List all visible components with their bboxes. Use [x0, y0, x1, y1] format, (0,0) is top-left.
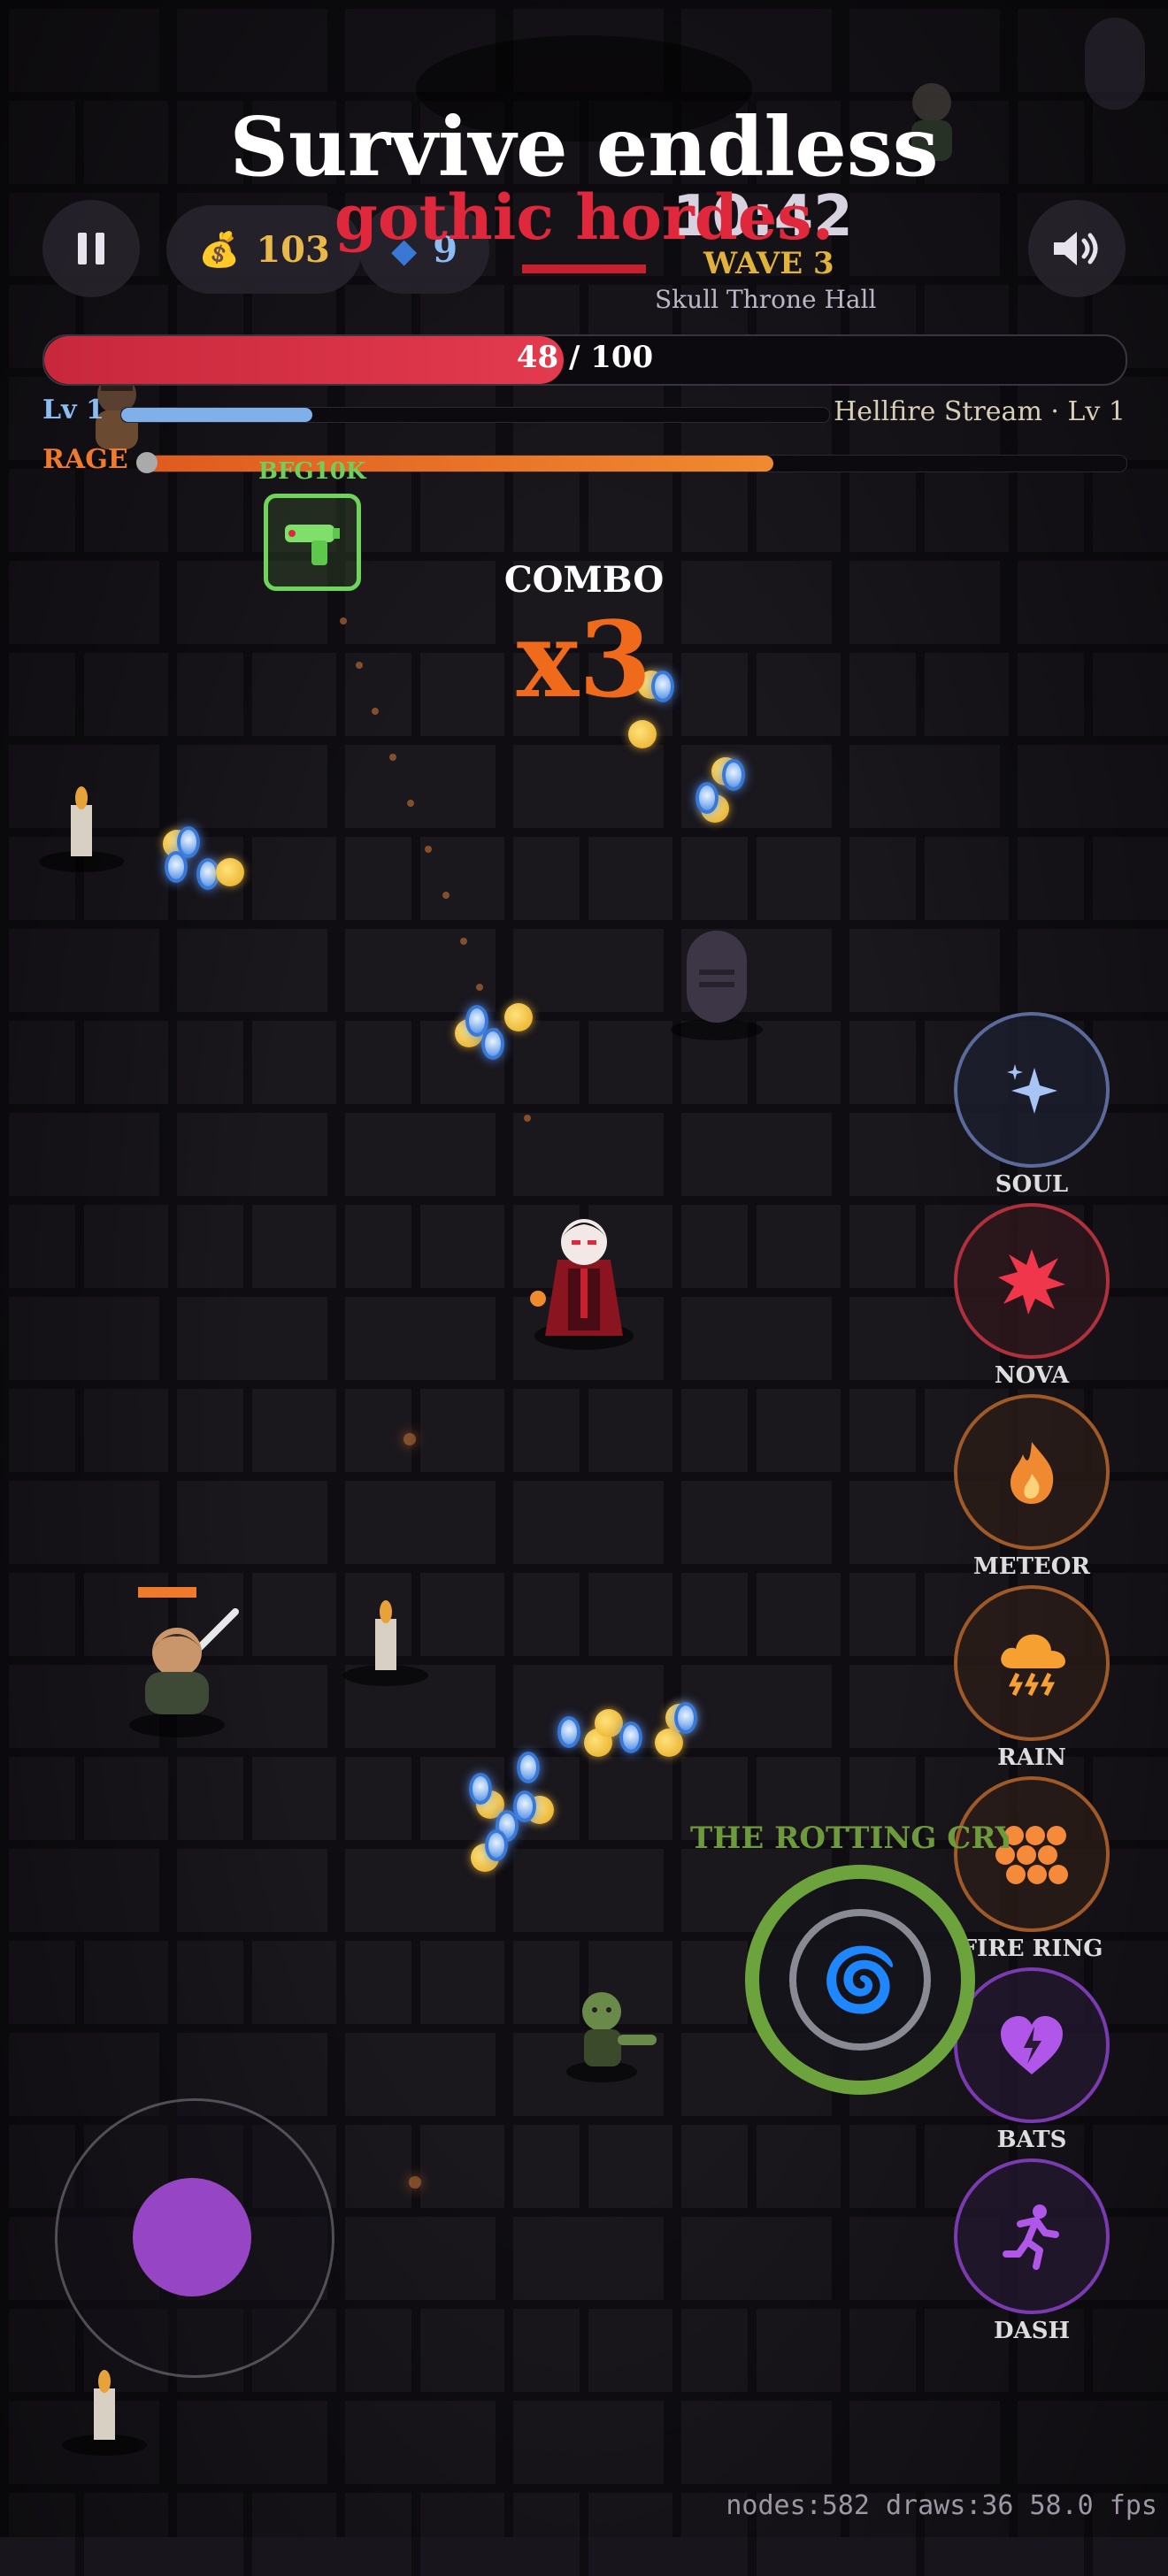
flame-icon	[1010, 1442, 1054, 1504]
sound-button[interactable]	[1028, 200, 1126, 297]
pickup-label: BFG10K	[258, 458, 366, 485]
skill-soul-label: SOUL	[995, 1171, 1069, 1198]
player-vampire	[530, 1219, 634, 1350]
storm-cloud-icon	[1001, 1634, 1065, 1697]
skill-dash-button[interactable]	[954, 2158, 1110, 2314]
candle	[39, 786, 124, 872]
skill-rain-label: RAIN	[997, 1744, 1066, 1771]
green-blaster-icon	[285, 525, 340, 565]
combo-label: COMBO	[503, 559, 665, 601]
level-label: Lv 1	[42, 395, 104, 426]
skill-meteor-label: METEOR	[972, 1553, 1091, 1580]
portal-ring: 🌀	[789, 1909, 931, 2051]
skill-bats-button[interactable]	[954, 1967, 1110, 2123]
candle	[62, 2370, 147, 2456]
health-bar: 48 / 100	[42, 334, 1127, 386]
health-text: 48 / 100	[516, 340, 654, 375]
speaker-icon	[1054, 232, 1098, 265]
xp-bar	[120, 407, 830, 423]
enemy-swordsman	[129, 1587, 239, 1737]
skill-nova-label: NOVA	[994, 1362, 1070, 1389]
enemy-zombie	[566, 1992, 657, 2082]
skill-meteor-button[interactable]	[954, 1394, 1110, 1550]
rage-label: RAGE	[42, 444, 128, 475]
burst-icon	[998, 1249, 1065, 1315]
rage-fill	[146, 456, 774, 472]
skill-soul-button[interactable]	[954, 1012, 1110, 1168]
portal-label: THE ROTTING CRYPT	[690, 1821, 1009, 1856]
weapon-pickup[interactable]	[264, 494, 361, 591]
skill-dash-label: DASH	[993, 2318, 1071, 2344]
candle	[343, 1600, 428, 1686]
weapon-label: Hellfire Stream · Lv 1	[834, 396, 1126, 427]
combo-multiplier: x3	[516, 598, 652, 721]
crypt-portal[interactable]: 🌀	[745, 1865, 975, 2095]
rage-knob	[136, 452, 158, 473]
skill-nova-button[interactable]	[954, 1203, 1110, 1359]
zone-name: Skull Throne Hall	[655, 285, 877, 314]
timer-underline	[522, 264, 646, 273]
xp-fill	[121, 408, 312, 422]
tombstone	[671, 931, 763, 1040]
skill-rain-button[interactable]	[954, 1585, 1110, 1741]
joystick-knob[interactable]	[133, 2178, 251, 2296]
sparkle-icon	[1007, 1064, 1057, 1114]
headline-line2: gothic hordes.	[334, 180, 834, 254]
wave-label: WAVE 3	[703, 246, 834, 281]
running-icon	[1003, 2204, 1059, 2270]
heart-bolt-icon	[1001, 2016, 1063, 2074]
skill-bats-label: BATS	[996, 2127, 1067, 2153]
swirl-icon: 🌀	[821, 1943, 899, 2016]
debug-stats: nodes:582 draws:36 58.0 fps	[726, 2490, 1157, 2521]
